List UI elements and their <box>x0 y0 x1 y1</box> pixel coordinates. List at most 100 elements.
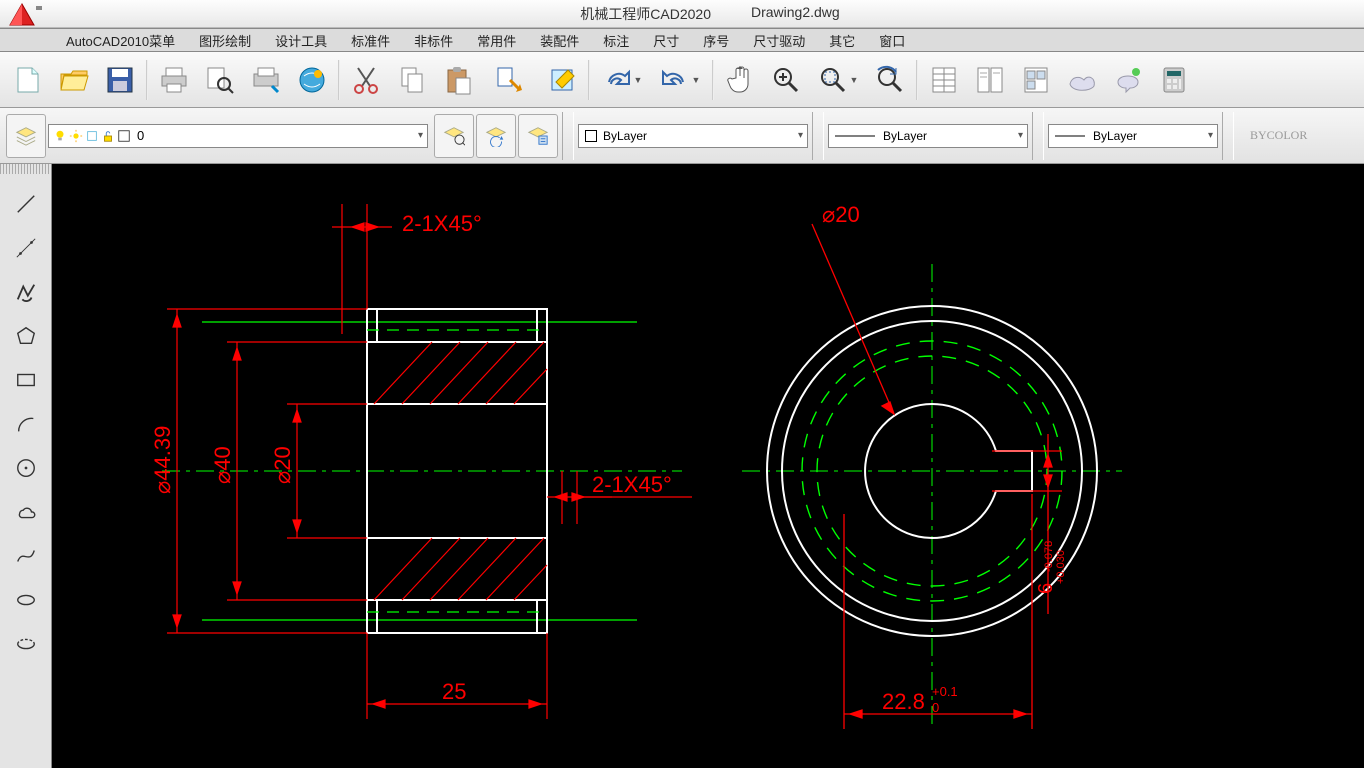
color-swatch <box>585 130 597 142</box>
menu-window[interactable]: 窗口 <box>873 29 911 52</box>
match-properties-icon[interactable] <box>482 58 538 102</box>
polygon-icon[interactable] <box>4 314 48 358</box>
rectangle-icon[interactable] <box>4 358 48 402</box>
print-preview-icon[interactable] <box>198 58 242 102</box>
menu-nonstd[interactable]: 非标件 <box>408 29 459 52</box>
dim-length: 25 <box>442 679 466 704</box>
menu-assembly[interactable]: 装配件 <box>534 29 585 52</box>
left-view: 2-1X45° 2-1X45° ⌀44.39 ⌀40 ⌀20 25 <box>150 204 692 719</box>
dim-key-sub: -0.078 <box>1043 541 1055 572</box>
plotstyle-label: BYCOLOR <box>1238 128 1319 143</box>
dim-dia-mid: ⌀40 <box>210 446 235 484</box>
dim-width-sub: 0 <box>932 700 939 715</box>
toolbar-separator <box>146 60 148 100</box>
menu-other[interactable]: 其它 <box>823 29 861 52</box>
publish-icon[interactable] <box>290 58 334 102</box>
quickcalc-icon[interactable] <box>1152 58 1196 102</box>
prop-separator <box>1222 112 1234 160</box>
lineweight-preview-icon <box>1055 132 1085 140</box>
dim-dia-outer: ⌀44.39 <box>150 426 175 494</box>
line-icon[interactable] <box>4 182 48 226</box>
toolbar-separator <box>916 60 918 100</box>
revcloud-icon[interactable] <box>4 490 48 534</box>
dim-key: 6 <box>1035 583 1057 594</box>
color-dropdown[interactable]: ByLayer ▾ <box>578 124 808 148</box>
linetype-dropdown[interactable]: ByLayer ▾ <box>828 124 1028 148</box>
draw-toolbar <box>0 164 52 768</box>
title-bar: 机械工程师CAD2020 Drawing2.dwg <box>0 0 1364 28</box>
layer-manager-icon[interactable] <box>6 114 46 158</box>
pan-icon[interactable] <box>718 58 762 102</box>
zoom-previous-icon[interactable] <box>868 58 912 102</box>
layer-dropdown[interactable]: 0 ▾ <box>48 124 428 148</box>
menu-annotate[interactable]: 标注 <box>597 29 635 52</box>
construction-line-icon[interactable] <box>4 226 48 270</box>
prop-separator <box>562 112 574 160</box>
drawing-canvas[interactable]: 2-1X45° 2-1X45° ⌀44.39 ⌀40 ⌀20 25 <box>52 164 1364 768</box>
menu-serial[interactable]: 序号 <box>697 29 735 52</box>
print-icon[interactable] <box>152 58 196 102</box>
menu-stdparts[interactable]: 标准件 <box>345 29 396 52</box>
sun-icon <box>69 129 83 143</box>
dim-key-sup: +0.030 <box>1055 550 1067 584</box>
spline-icon[interactable] <box>4 534 48 578</box>
color-value: ByLayer <box>603 129 647 143</box>
layer-iso-icon[interactable] <box>518 114 558 158</box>
file-name: Drawing2.dwg <box>751 4 840 24</box>
current-layer-name: 0 <box>137 128 144 143</box>
markup-icon[interactable] <box>1106 58 1150 102</box>
layer-previous-icon[interactable] <box>476 114 516 158</box>
open-icon[interactable] <box>52 58 96 102</box>
zoom-realtime-icon[interactable] <box>764 58 808 102</box>
lineweight-value: ByLayer <box>1093 129 1137 143</box>
properties-bar: 0 ▾ ByLayer ▾ ByLayer ▾ ByLayer ▾ BYCOLO… <box>0 108 1364 164</box>
sheet-set-icon[interactable] <box>968 58 1012 102</box>
toolbar-grip[interactable] <box>0 164 51 174</box>
bulb-on-icon <box>53 129 67 143</box>
menu-autocad2010[interactable]: AutoCAD2010菜单 <box>60 29 181 52</box>
drawing-svg: 2-1X45° 2-1X45° ⌀44.39 ⌀40 ⌀20 25 <box>52 164 1364 768</box>
linetype-preview-icon <box>835 132 875 140</box>
color-swatch-icon <box>117 129 131 143</box>
undo-icon[interactable]: ▼ <box>652 58 708 102</box>
copy-icon[interactable] <box>390 58 434 102</box>
arc-icon[interactable] <box>4 402 48 446</box>
dim-dia-inner: ⌀20 <box>270 446 295 484</box>
tool-palettes-icon[interactable] <box>1014 58 1058 102</box>
ellipse-icon[interactable] <box>4 578 48 622</box>
layer-states-icon[interactable] <box>434 114 474 158</box>
freeze-icon <box>85 129 99 143</box>
lineweight-dropdown[interactable]: ByLayer ▾ <box>1048 124 1218 148</box>
design-center-icon[interactable] <box>1060 58 1104 102</box>
chevron-down-icon: ▾ <box>1018 130 1023 141</box>
polyline-icon[interactable] <box>4 270 48 314</box>
save-icon[interactable] <box>98 58 142 102</box>
menu-dimdrive[interactable]: 尺寸驱动 <box>747 29 811 52</box>
menu-bar: AutoCAD2010菜单 图形绘制 设计工具 标准件 非标件 常用件 装配件 … <box>0 28 1364 52</box>
prop-separator <box>812 112 824 160</box>
menu-design[interactable]: 设计工具 <box>269 29 333 52</box>
circle-icon[interactable] <box>4 446 48 490</box>
plot-icon[interactable] <box>244 58 288 102</box>
dim-chamfer-top: 2-1X45° <box>402 211 482 236</box>
properties-icon[interactable] <box>922 58 966 102</box>
chevron-down-icon: ▾ <box>1208 130 1213 141</box>
ellipse-arc-icon[interactable] <box>4 622 48 666</box>
dim-width: 22.8 <box>882 689 925 714</box>
app-title: 机械工程师CAD2020 <box>580 4 711 24</box>
new-icon[interactable] <box>6 58 50 102</box>
paste-icon[interactable] <box>436 58 480 102</box>
dim-width-sup: +0.1 <box>932 684 958 699</box>
chevron-down-icon: ▾ <box>798 130 803 141</box>
cut-icon[interactable] <box>344 58 388 102</box>
menu-dimension[interactable]: 尺寸 <box>647 29 685 52</box>
app-logo[interactable] <box>4 1 52 27</box>
zoom-window-icon[interactable]: ▼ <box>810 58 866 102</box>
toolbar-separator <box>338 60 340 100</box>
redo-icon[interactable]: ▼ <box>594 58 650 102</box>
dim-right-dia: ⌀20 <box>822 202 860 227</box>
toolbar-separator <box>588 60 590 100</box>
block-editor-icon[interactable] <box>540 58 584 102</box>
menu-draw[interactable]: 图形绘制 <box>193 29 257 52</box>
menu-common[interactable]: 常用件 <box>471 29 522 52</box>
